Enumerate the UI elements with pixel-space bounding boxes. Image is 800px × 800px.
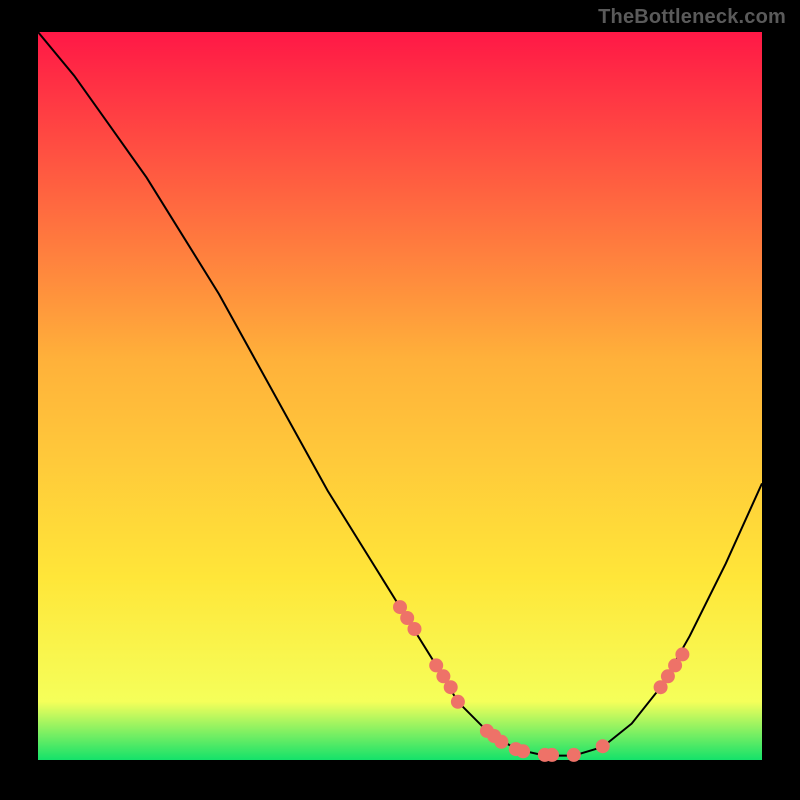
marker-point	[494, 735, 508, 749]
marker-point	[516, 744, 530, 758]
marker-point	[545, 748, 559, 762]
marker-point	[675, 647, 689, 661]
chart-canvas	[0, 0, 800, 800]
plot-background	[38, 32, 762, 760]
marker-point	[408, 622, 422, 636]
marker-point	[567, 748, 581, 762]
marker-point	[596, 739, 610, 753]
marker-point	[451, 695, 465, 709]
marker-point	[444, 680, 458, 694]
watermark-text: TheBottleneck.com	[598, 6, 786, 29]
chart-stage: TheBottleneck.com	[0, 0, 800, 800]
